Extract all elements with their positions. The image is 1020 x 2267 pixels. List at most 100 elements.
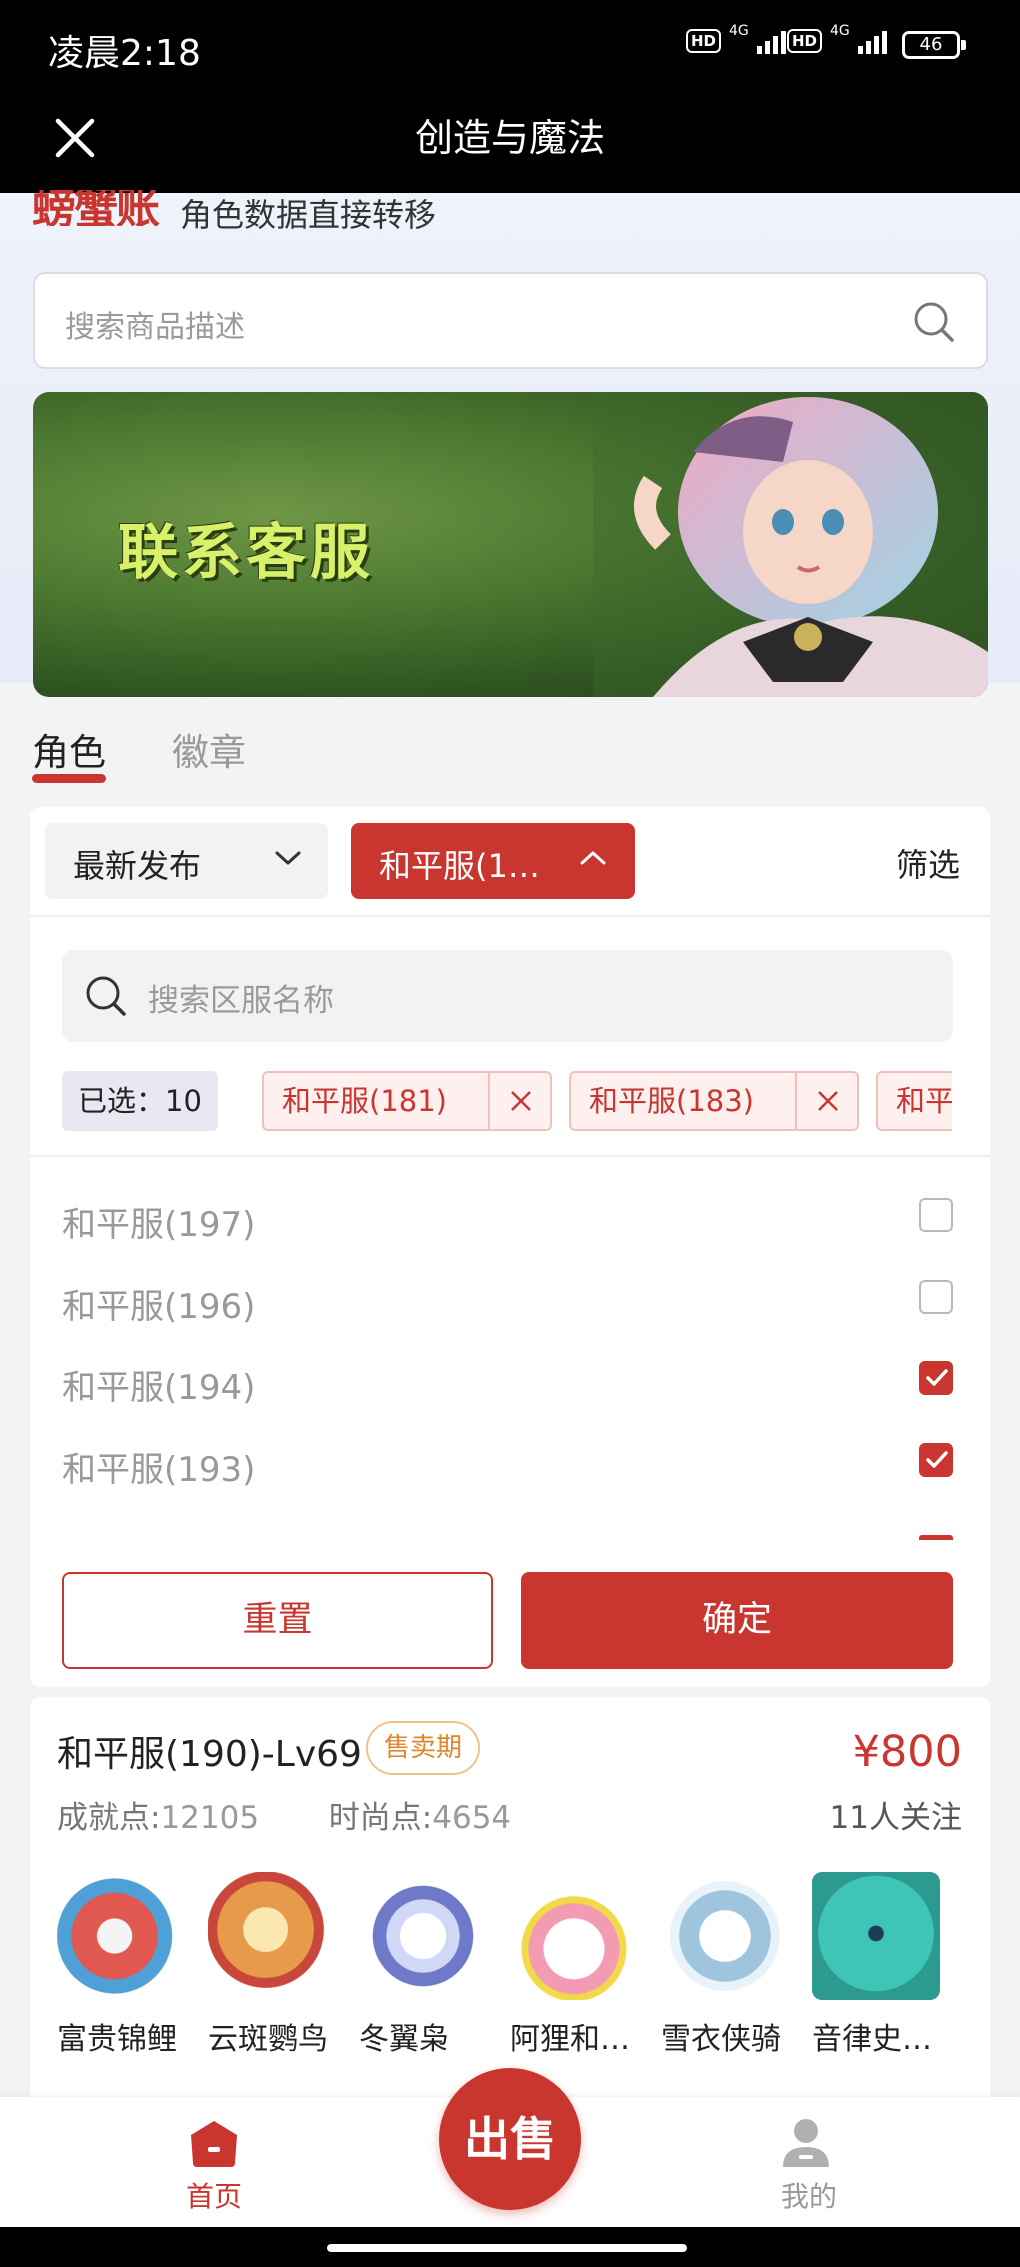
server-option-label: 和平服(194) [62, 1368, 256, 1408]
nav-me-label: 我的 [780, 2180, 837, 2213]
chevron-up-icon [580, 851, 606, 865]
sort-label: 最新发布 [73, 847, 202, 885]
checkbox[interactable] [919, 1280, 953, 1314]
nav-home[interactable]: 首页 [184, 2117, 244, 2213]
title-bar: 创造与魔法 [0, 95, 1020, 193]
check-icon [926, 1369, 948, 1386]
chip-label: 和平服 [896, 1084, 952, 1118]
partial-checkbox [919, 1535, 953, 1540]
hd-icon: HD [787, 29, 823, 53]
character-illustration [593, 392, 988, 697]
home-icon [191, 2121, 237, 2167]
signal-bars-icon [756, 28, 786, 54]
achievement-label: 成就点: [57, 1800, 161, 1836]
battery-icon: 46 [902, 31, 966, 59]
filter-button[interactable]: 筛选 [896, 840, 960, 886]
checkbox-checked[interactable] [919, 1361, 953, 1395]
status-badge: 售卖期 [366, 1721, 481, 1775]
pet-label: 云斑鹦鸟 [208, 2022, 328, 2057]
listing-price: ¥800 [852, 1727, 962, 1777]
follow-count: 11人关注 [829, 1800, 962, 1836]
pet-item[interactable]: 冬翼枭 [359, 1872, 497, 2058]
server-option-label: 和平服(193) [62, 1450, 256, 1490]
close-icon [818, 1091, 838, 1111]
listing-title: 和平服(190)-Lv69 [57, 1734, 362, 1775]
nav-me[interactable]: 我的 [779, 2117, 839, 2213]
pet-item[interactable]: 富贵锦鲤 [57, 1872, 195, 2058]
filter-panel: 最新发布 和平服(1… 筛选 搜索区服名称 已选：10 和平服(181) 和平服… [30, 807, 990, 1687]
selected-count: 已选：10 [62, 1071, 218, 1131]
customer-service-banner[interactable]: 联系客服 [33, 392, 988, 697]
remove-chip-button[interactable] [488, 1073, 550, 1129]
tab-badges[interactable]: 徽章 [172, 722, 246, 776]
confirm-button[interactable]: 确定 [521, 1572, 953, 1669]
status-bar: 凌晨2:18 HD 4G HD 4G 46 [0, 0, 1020, 95]
pet-item[interactable]: 音律史… [812, 1872, 950, 2058]
chevron-down-icon [275, 851, 301, 865]
server-option-label: 和平服(197) [62, 1205, 256, 1245]
pet-label: 富贵锦鲤 [57, 2022, 177, 2057]
category-tabs: 角色 徽章 [0, 697, 1020, 807]
sort-dropdown[interactable]: 最新发布 [45, 823, 328, 899]
sell-button[interactable]: 出售 [439, 2068, 581, 2210]
hd-icon: HD [686, 29, 722, 53]
pet-list: 富贵锦鲤 云斑鹦鸟 冬翼枭 阿狸和… 雪衣侠骑 音律史… [57, 1872, 990, 2097]
pet-label: 音律史… [812, 2022, 932, 2057]
pet-item[interactable]: 雪衣侠骑 [661, 1872, 799, 2058]
slogan: 角色数据直接转移 [180, 196, 437, 234]
divider [30, 915, 990, 917]
chip-label: 和平服(183) [589, 1084, 754, 1118]
koi-pet-icon [57, 1872, 185, 2000]
pet-label: 冬翼枭 [359, 2022, 449, 2057]
user-icon [783, 2119, 829, 2167]
selected-chip[interactable]: 和平服 [876, 1071, 952, 1131]
reset-button[interactable]: 重置 [62, 1572, 493, 1669]
selected-servers: 已选：10 和平服(181) 和平服(183) 和平服 [62, 1071, 952, 1133]
active-tab-indicator [32, 774, 106, 783]
checkbox-checked[interactable] [919, 1443, 953, 1477]
search-placeholder: 搜索商品描述 [65, 310, 245, 345]
brand-logo: 螃蟹账号 [32, 190, 162, 226]
home-indicator[interactable] [327, 2244, 687, 2252]
pet-label: 阿狸和… [510, 2022, 630, 2057]
status-time: 凌晨2:18 [48, 33, 201, 74]
network-type: 4G [830, 23, 850, 39]
chip-label: 和平服(181) [282, 1084, 447, 1118]
horse-pet-icon [661, 1872, 789, 2000]
server-option-label: 和平服(196) [62, 1287, 256, 1327]
listing-card[interactable]: 和平服(190)-Lv69 售卖期 ¥800 成就点:12105 时尚点:465… [30, 1697, 990, 2097]
achievement-value: 12105 [160, 1800, 260, 1836]
server-label: 和平服(1… [379, 847, 540, 885]
network-type: 4G [729, 23, 749, 39]
pet-label: 雪衣侠骑 [661, 2022, 781, 2057]
server-option[interactable]: 和平服(197) [62, 1187, 953, 1247]
owl-pet-icon [359, 1872, 487, 2000]
signal-group-1: HD 4G [686, 23, 786, 54]
signal-bars-icon [857, 28, 887, 54]
server-dropdown[interactable]: 和平服(1… [351, 823, 635, 899]
search-icon[interactable] [912, 300, 956, 344]
fashion-value: 4654 [432, 1800, 512, 1836]
slime-pet-icon [812, 1872, 940, 2000]
pet-item[interactable]: 云斑鹦鸟 [208, 1872, 346, 2058]
fashion-label: 时尚点: [328, 1800, 433, 1836]
logo-text: 螃蟹账号 [32, 190, 160, 226]
server-option[interactable]: 和平服(194) [62, 1350, 953, 1410]
selected-chip: 和平服(181) [262, 1071, 552, 1131]
ali-pet-icon [510, 1872, 638, 2000]
close-icon [511, 1091, 531, 1111]
checkbox[interactable] [919, 1198, 953, 1232]
system-home-bar [0, 2227, 1020, 2267]
server-option[interactable]: 和平服(196) [62, 1269, 953, 1329]
listing-stats: 成就点:12105 时尚点:4654 [57, 1792, 511, 1837]
parrot-pet-icon [208, 1872, 336, 2000]
tab-roles[interactable]: 角色 [32, 722, 106, 776]
zone-search-placeholder: 搜索区服名称 [148, 983, 334, 1019]
remove-chip-button[interactable] [795, 1073, 857, 1129]
search-icon [86, 976, 126, 1016]
server-option[interactable]: 和平服(193) [62, 1432, 953, 1492]
zone-search-input[interactable]: 搜索区服名称 [62, 950, 953, 1042]
pet-item[interactable]: 阿狸和… [510, 1872, 648, 2058]
product-search-input[interactable]: 搜索商品描述 [33, 272, 988, 369]
nav-home-label: 首页 [185, 2180, 242, 2213]
